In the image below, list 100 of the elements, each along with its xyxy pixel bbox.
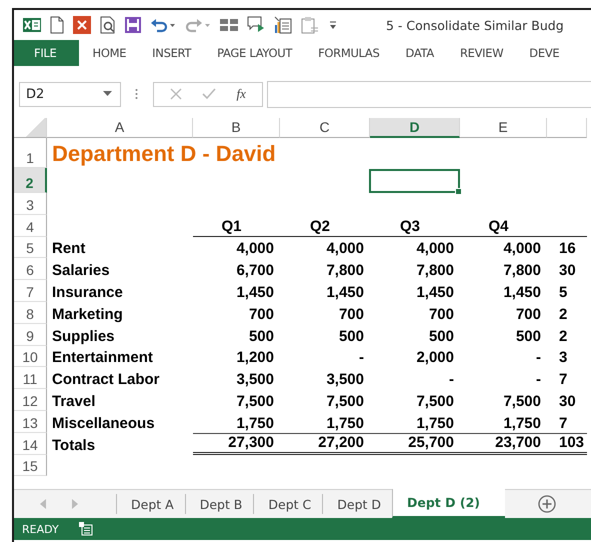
undo-icon[interactable] (150, 17, 176, 33)
table-cell: 500 (516, 328, 541, 345)
table-cell: 25,700 (408, 434, 454, 451)
table-cell: 700 (338, 306, 364, 323)
row-label: Miscellaneous (52, 414, 155, 432)
table-cell: 7,800 (326, 262, 364, 280)
table-cell: 3,500 (236, 371, 274, 388)
row-label: Rent (52, 240, 86, 258)
row-header[interactable]: 5 (14, 236, 47, 258)
table-cell: 700 (428, 306, 454, 323)
insert-function-button[interactable]: fx (236, 86, 246, 102)
row-header[interactable]: 13 (14, 410, 47, 433)
table-cell: 1,200 (236, 349, 274, 366)
row-header[interactable]: 10 (14, 346, 47, 368)
new-document-icon[interactable] (50, 16, 64, 34)
column-header[interactable]: A (47, 118, 193, 138)
chart-icon[interactable] (274, 16, 292, 34)
table-cell: 7,500 (326, 392, 364, 410)
macro-record-icon[interactable] (78, 522, 93, 536)
column-header[interactable]: D (370, 118, 460, 138)
table-cell: 1,450 (326, 284, 364, 301)
sheet-title: Department D - David (52, 141, 276, 167)
add-sheet-icon[interactable] (538, 495, 556, 513)
table-cell: 1,450 (416, 284, 454, 301)
table-cell: - (359, 349, 364, 366)
spreadsheet-logo-icon[interactable] (23, 16, 41, 34)
table-cell: 103 (559, 434, 584, 451)
table-cell: 1,450 (236, 284, 274, 301)
table-cell: 4,000 (503, 240, 541, 258)
table-cell: 7,800 (416, 262, 454, 280)
sheet-tab[interactable]: Dept B (184, 494, 254, 514)
row-label: Contract Labor (52, 371, 160, 388)
table-cell: 23,700 (495, 434, 541, 451)
ribbon-tab[interactable]: DEVE (516, 40, 572, 66)
row-header[interactable]: 12 (14, 389, 47, 411)
formula-input[interactable] (267, 80, 591, 108)
table-cell: 1,450 (503, 284, 541, 301)
table-cell: 30 (559, 262, 576, 280)
clipboard-icon[interactable] (301, 16, 319, 34)
row-header[interactable]: 4 (14, 214, 47, 237)
row-label: Marketing (52, 306, 123, 323)
table-cell: - (449, 371, 454, 388)
table-cell: 700 (248, 306, 274, 323)
table-cell: 4,000 (236, 240, 274, 258)
ribbon-tab[interactable]: FILE (14, 40, 80, 66)
table-cell: 7,500 (503, 392, 541, 410)
row-header[interactable]: 11 (14, 367, 47, 390)
table-cell: 500 (248, 328, 274, 345)
window-title: 5 - Consolidate Similar Budg (386, 18, 564, 32)
table-cell: 500 (428, 328, 454, 345)
ribbon-tab[interactable]: FORMULAS (305, 40, 392, 66)
ribbon-tab[interactable]: HOME (79, 40, 140, 66)
close-icon[interactable] (73, 16, 91, 34)
save-icon[interactable] (125, 17, 141, 33)
table-cell: 7,500 (236, 392, 274, 410)
sheet-tab[interactable]: Dept D (2) (392, 489, 505, 518)
customize-dropdown-icon[interactable] (328, 19, 338, 31)
table-cell: - (536, 349, 541, 366)
active-cell[interactable] (369, 169, 460, 193)
table-cell: 1,750 (236, 414, 274, 432)
table-cell: 7 (559, 371, 568, 388)
row-header[interactable]: 3 (14, 193, 47, 215)
row-header[interactable]: 8 (14, 302, 47, 324)
table-cell: 2,000 (416, 349, 454, 366)
grip-icon (135, 88, 138, 100)
table-cell: 3,500 (326, 371, 364, 388)
table-cell: 30 (559, 392, 576, 410)
row-header[interactable]: 15 (14, 454, 47, 476)
column-header[interactable]: E (460, 118, 547, 138)
table-cell: 1,750 (326, 414, 364, 432)
table-cell: 1,750 (416, 414, 454, 432)
print-preview-icon[interactable] (100, 16, 116, 34)
column-label: Q4 (488, 218, 508, 235)
column-label: Q3 (400, 218, 420, 235)
row-label: Salaries (52, 262, 110, 280)
row-label: Entertainment (52, 349, 153, 366)
ribbon-tab[interactable]: INSERT (139, 40, 204, 66)
column-label: Q1 (221, 218, 242, 235)
table-cell: 2 (559, 306, 568, 323)
table-cell: 27,300 (228, 434, 274, 451)
dropdown-icon[interactable] (103, 91, 112, 97)
table-cell: 3 (559, 349, 568, 366)
name-box[interactable]: D2 (19, 82, 121, 106)
table-cell: 5 (559, 284, 568, 301)
ribbon-tab[interactable]: REVIEW (446, 40, 516, 66)
row-label: Insurance (52, 284, 123, 301)
column-header[interactable]: B (193, 118, 280, 138)
row-header[interactable]: 2 (14, 168, 47, 193)
row-header[interactable]: 14 (14, 432, 47, 455)
table-cell: 6,700 (236, 262, 274, 280)
row-header[interactable]: 7 (14, 280, 47, 302)
table-cell: 500 (338, 328, 364, 345)
sheet-tab[interactable]: Dept C (253, 494, 322, 514)
ribbon-tab[interactable]: DATA (392, 40, 447, 66)
macro-icon[interactable] (247, 16, 265, 34)
sheet-tab[interactable]: Dept A (116, 494, 185, 514)
table-cell: 700 (516, 306, 541, 323)
row-header[interactable]: 9 (14, 324, 47, 346)
ribbon-tab[interactable]: PAGE LAYOUT (204, 40, 306, 66)
row-header[interactable]: 6 (14, 258, 47, 280)
